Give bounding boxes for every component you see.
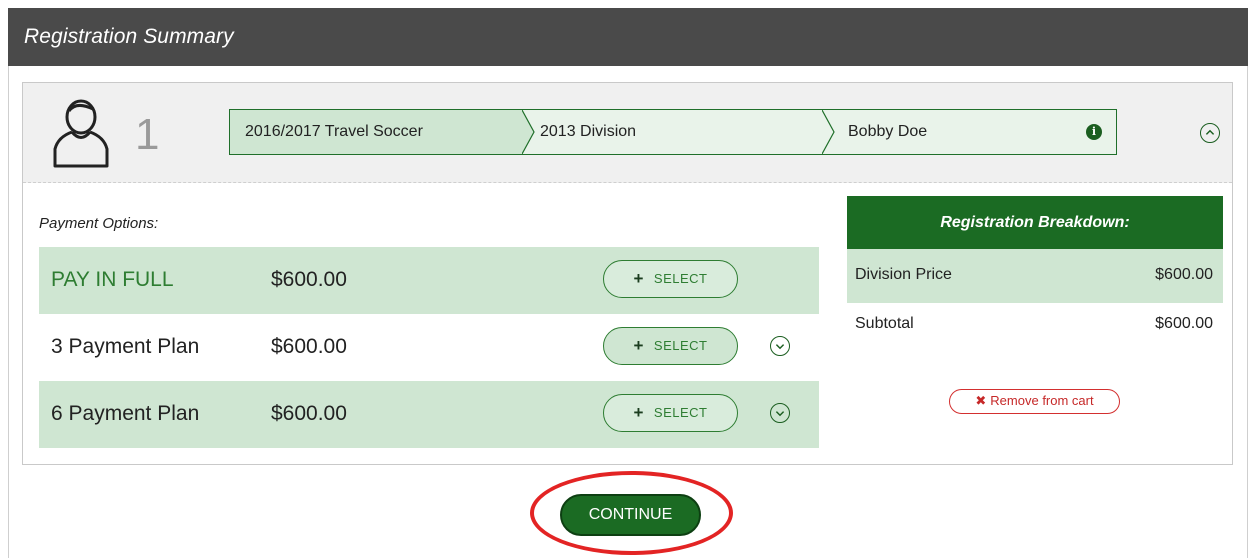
info-icon[interactable]: i — [1086, 124, 1102, 140]
select-6-payment-plan-button[interactable]: + SELECT — [603, 394, 738, 432]
payment-option-row: 6 Payment Plan $600.00 + SELECT — [39, 381, 819, 448]
payment-option-price: $600.00 — [271, 268, 347, 291]
breadcrumb-separator-icon — [522, 110, 535, 154]
breakdown-value: $600.00 — [1155, 266, 1213, 283]
highlight-annotation — [530, 471, 733, 555]
remove-label: Remove from cart — [990, 393, 1094, 408]
breakdown-label: Subtotal — [855, 315, 914, 332]
registration-breakdown: Registration Breakdown: Division Price $… — [847, 196, 1223, 416]
breadcrumb: 2016/2017 Travel Soccer 2013 Division Bo… — [229, 109, 1117, 155]
breadcrumb-separator-icon — [822, 110, 835, 154]
select-3-payment-plan-button[interactable]: + SELECT — [603, 327, 738, 365]
payment-option-price: $600.00 — [271, 335, 347, 358]
breakdown-row: Subtotal $600.00 — [847, 303, 1223, 357]
breakdown-row: Division Price $600.00 — [847, 249, 1223, 303]
select-pay-in-full-button[interactable]: + SELECT — [603, 260, 738, 298]
breakdown-label: Division Price — [855, 266, 952, 283]
close-icon: ✖ — [975, 393, 987, 408]
registration-card: 1 2016/2017 Travel Soccer 2013 Division … — [22, 82, 1233, 465]
breadcrumb-program: 2016/2017 Travel Soccer — [230, 110, 522, 154]
title-bar: Registration Summary — [8, 8, 1248, 66]
select-label: SELECT — [653, 405, 708, 420]
expand-chevron-down-icon[interactable] — [770, 403, 790, 423]
collapse-chevron-up-icon[interactable] — [1200, 123, 1220, 143]
page-title: Registration Summary — [24, 25, 234, 48]
payment-option-name: 6 Payment Plan — [51, 402, 200, 425]
breakdown-value: $600.00 — [1155, 315, 1213, 332]
breadcrumb-division: 2013 Division — [522, 110, 822, 154]
payment-option-row: 3 Payment Plan $600.00 + SELECT — [39, 314, 819, 381]
select-label: SELECT — [653, 338, 708, 353]
registration-header: 1 2016/2017 Travel Soccer 2013 Division … — [23, 83, 1232, 183]
breakdown-title: Registration Breakdown: — [847, 196, 1223, 249]
plus-icon: + — [633, 269, 644, 288]
payment-option-price: $600.00 — [271, 402, 347, 425]
breadcrumb-participant: Bobby Doe — [822, 110, 1116, 154]
plus-icon: + — [633, 336, 644, 355]
expand-chevron-down-icon[interactable] — [770, 336, 790, 356]
payment-option-row: PAY IN FULL $600.00 + SELECT — [39, 247, 819, 314]
payment-option-name: PAY IN FULL — [51, 268, 174, 291]
plus-icon: + — [633, 403, 644, 422]
remove-from-cart-button[interactable]: ✖ Remove from cart — [949, 389, 1120, 414]
payment-options-label: Payment Options: — [39, 215, 159, 232]
payment-option-name: 3 Payment Plan — [51, 335, 200, 358]
select-label: SELECT — [653, 271, 708, 286]
person-icon — [53, 99, 109, 168]
registration-number: 1 — [135, 110, 160, 159]
